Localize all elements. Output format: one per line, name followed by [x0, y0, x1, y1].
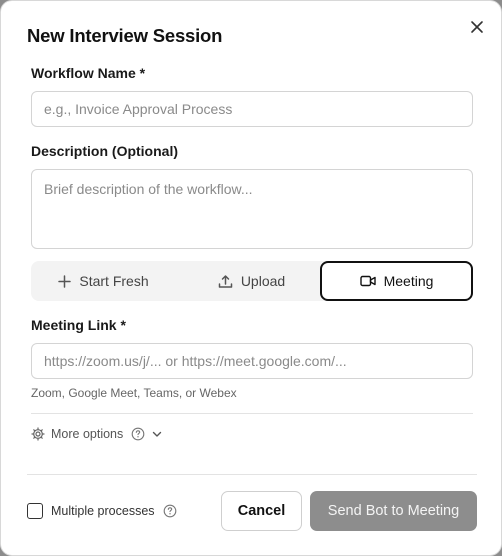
workflow-name-input[interactable]: [31, 91, 473, 127]
mode-tabs: Start Fresh Upload Meeting: [31, 261, 473, 301]
new-interview-session-dialog: New Interview Session Workflow Name * De…: [0, 0, 502, 556]
multiple-processes-label: Multiple processes: [51, 504, 155, 518]
footer-divider: [27, 474, 477, 475]
meeting-link-hint: Zoom, Google Meet, Teams, or Webex: [31, 386, 237, 400]
gear-icon: [31, 427, 45, 441]
send-bot-to-meeting-button[interactable]: Send Bot to Meeting: [310, 491, 477, 531]
description-label: Description (Optional): [31, 143, 178, 159]
upload-icon: [218, 274, 233, 288]
divider: [31, 413, 473, 414]
tab-meeting[interactable]: Meeting: [320, 261, 473, 301]
tab-start-fresh[interactable]: Start Fresh: [31, 261, 176, 301]
close-button[interactable]: [467, 17, 487, 37]
more-options-toggle[interactable]: More options: [31, 426, 163, 442]
more-options-label: More options: [51, 427, 124, 441]
close-icon: [471, 21, 483, 33]
dialog-title: New Interview Session: [27, 25, 223, 46]
tab-start-fresh-label: Start Fresh: [79, 273, 149, 289]
help-circle-icon: [131, 427, 145, 441]
chevron-down-icon: [153, 431, 162, 437]
tab-upload[interactable]: Upload: [179, 261, 324, 301]
multiple-processes-checkbox[interactable]: [27, 503, 43, 519]
multiple-processes-option: Multiple processes: [27, 503, 177, 519]
video-camera-icon: [359, 275, 376, 287]
cancel-button[interactable]: Cancel: [221, 491, 302, 531]
workflow-name-label: Workflow Name *: [31, 65, 146, 81]
meeting-link-input[interactable]: [31, 343, 473, 379]
plus-icon: [58, 274, 72, 288]
help-circle-icon: [163, 504, 176, 518]
description-textarea[interactable]: [31, 169, 473, 249]
tab-meeting-label: Meeting: [383, 273, 434, 289]
tab-upload-label: Upload: [240, 273, 286, 289]
meeting-link-label: Meeting Link *: [31, 317, 126, 333]
